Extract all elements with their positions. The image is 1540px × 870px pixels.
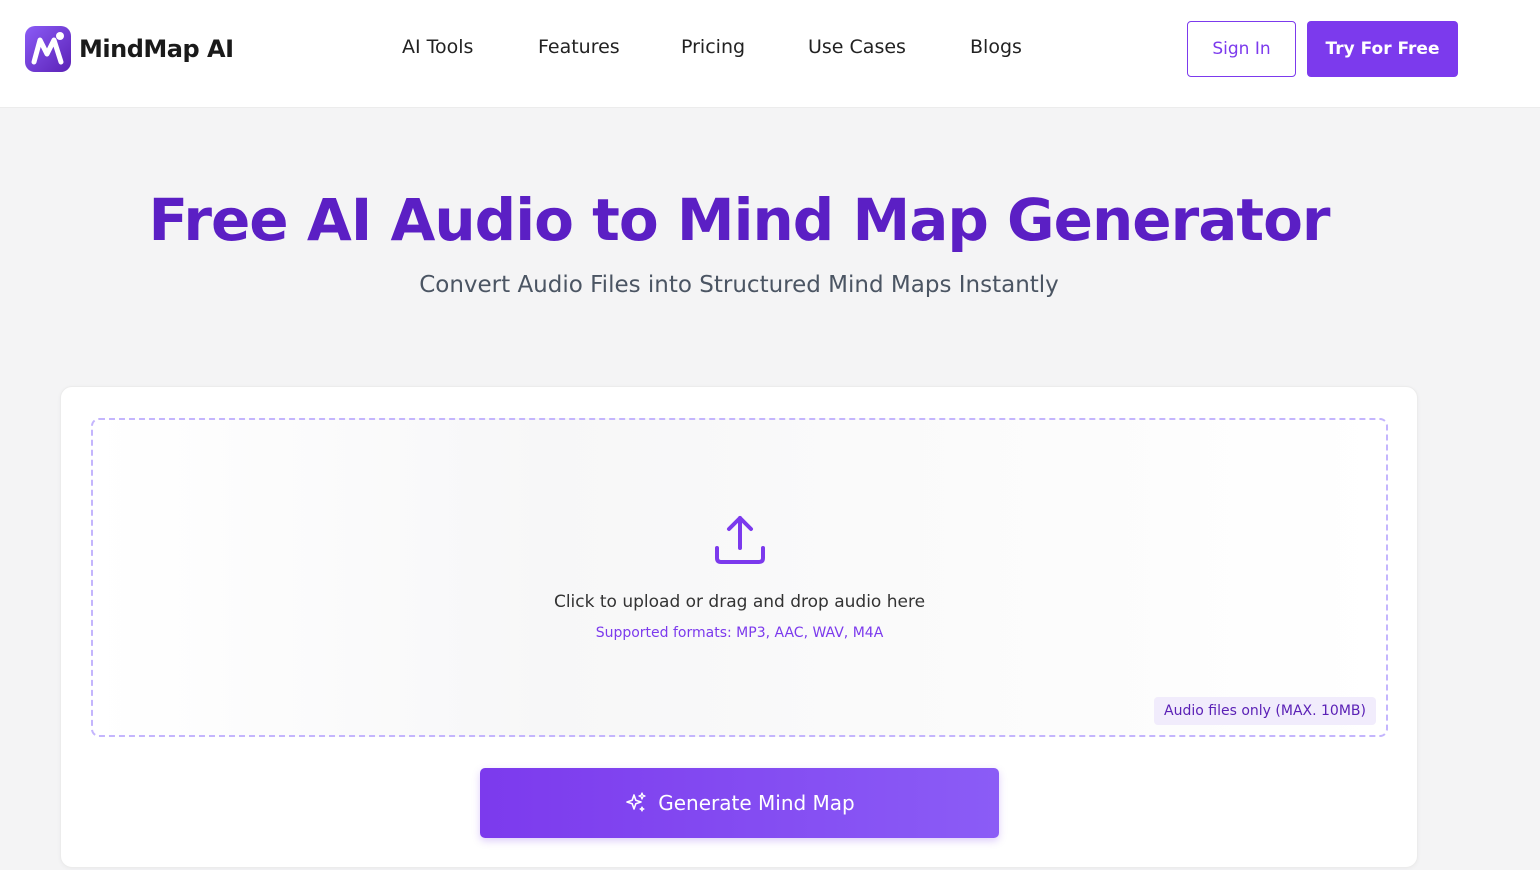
site-header: MindMap AI AI Tools Features Pricing Use… (0, 0, 1540, 108)
nav-blogs[interactable]: Blogs (970, 36, 1022, 58)
upload-icon (715, 516, 765, 564)
file-limit-badge: Audio files only (MAX. 10MB) (1154, 697, 1376, 725)
upload-prompt: Click to upload or drag and drop audio h… (553, 592, 926, 612)
nav-ai-tools[interactable]: AI Tools (402, 36, 473, 58)
upload-card: Click to upload or drag and drop audio h… (60, 386, 1418, 868)
mindmap-logo-icon (25, 26, 71, 72)
generate-mind-map-button[interactable]: Generate Mind Map (480, 768, 999, 838)
supported-formats: Supported formats: MP3, AAC, WAV, M4A (595, 625, 884, 641)
nav-pricing[interactable]: Pricing (681, 36, 745, 58)
audio-dropzone[interactable]: Click to upload or drag and drop audio h… (91, 418, 1388, 737)
try-for-free-button[interactable]: Try For Free (1307, 21, 1458, 77)
nav-features[interactable]: Features (538, 36, 620, 58)
page-subtitle: Convert Audio Files into Structured Mind… (419, 272, 1059, 298)
sign-in-button[interactable]: Sign In (1187, 21, 1296, 77)
sparkles-icon (626, 792, 646, 812)
page-title: Free AI Audio to Mind Map Generator (148, 186, 1330, 254)
nav-use-cases[interactable]: Use Cases (808, 36, 906, 58)
brand-name: MindMap AI (79, 35, 234, 63)
brand-logo[interactable]: MindMap AI (25, 26, 234, 72)
generate-label: Generate Mind Map (658, 791, 855, 815)
